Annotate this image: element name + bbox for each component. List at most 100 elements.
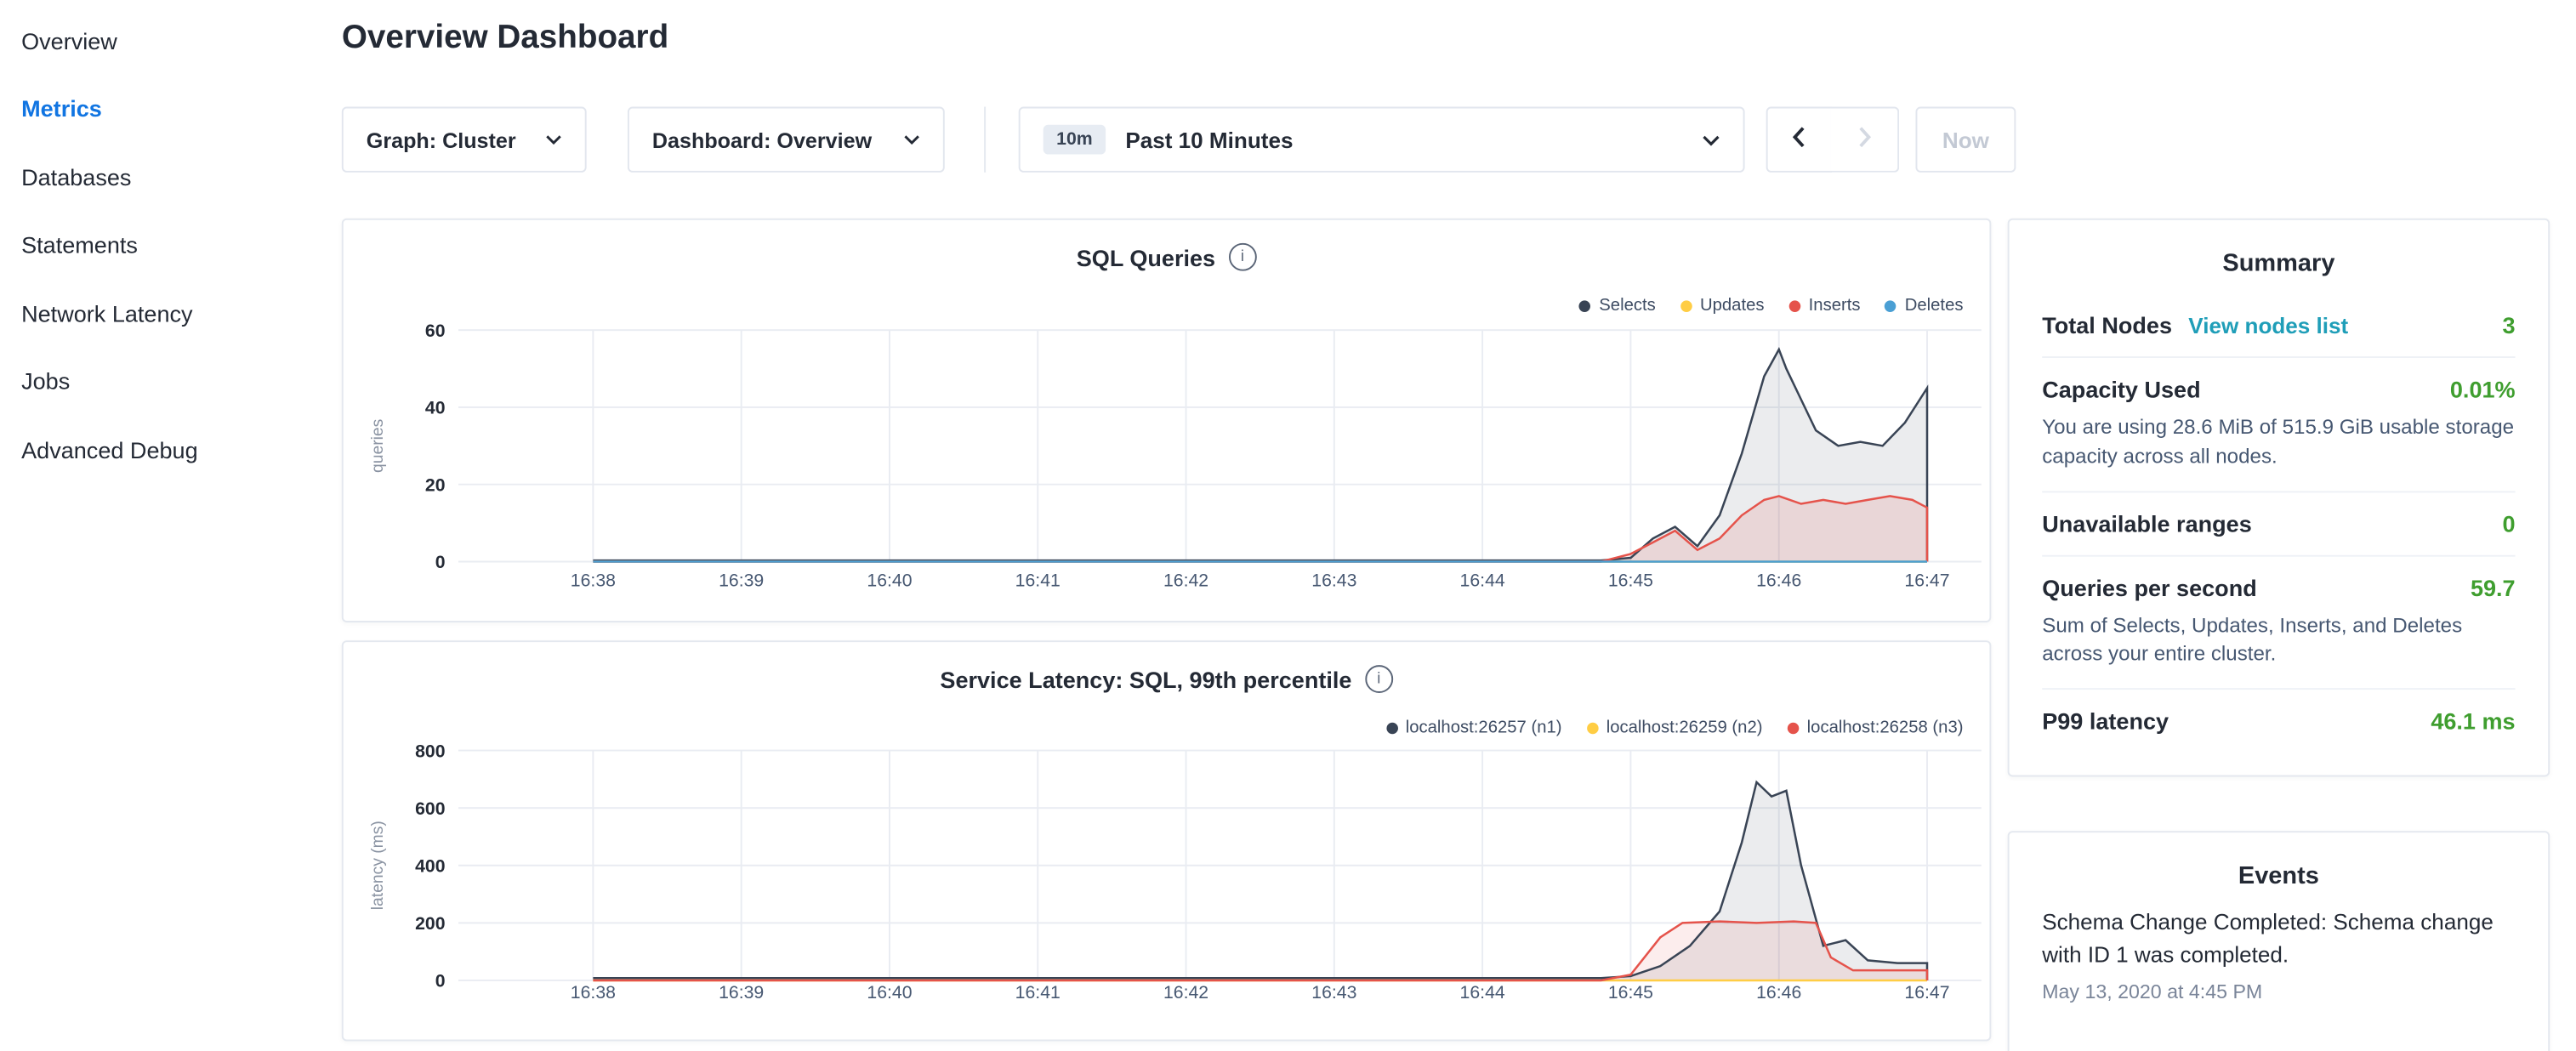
sidebar-item-statements[interactable]: Statements	[0, 211, 317, 279]
chevron-down-icon	[545, 134, 561, 145]
page-title: Overview Dashboard	[342, 20, 668, 57]
svg-text:200: 200	[415, 913, 445, 934]
summary-row-queries-per-second: Queries per second 59.7 Sum of Selects, …	[2042, 556, 2515, 690]
svg-text:queries: queries	[369, 419, 387, 473]
svg-text:16:40: 16:40	[867, 982, 912, 1003]
dashboard-dropdown-label: Dashboard: Overview	[652, 128, 872, 152]
svg-text:16:41: 16:41	[1015, 570, 1061, 590]
svg-text:16:43: 16:43	[1311, 570, 1356, 590]
sidebar-item-metrics[interactable]: Metrics	[0, 75, 317, 143]
summary-label: Total Nodes	[2042, 312, 2172, 338]
svg-text:16:47: 16:47	[1904, 570, 1949, 590]
svg-text:16:40: 16:40	[867, 570, 912, 590]
legend-item-localhost-26259-n2-[interactable]: localhost:26259 (n2)	[1587, 718, 1763, 737]
summary-row-p99-latency: P99 latency 46.1 ms	[2042, 690, 2515, 752]
chevron-right-icon	[1857, 127, 1870, 153]
sql-queries-chart-card: SQL Queries i Selects Updates Inserts Delet…	[342, 219, 1992, 622]
summary-value: 0.01%	[2450, 376, 2516, 402]
summary-panel: Summary Total Nodes View nodes list 3 Ca…	[2008, 219, 2550, 777]
info-icon[interactable]: i	[1365, 665, 1393, 693]
summary-value: 59.7	[2471, 574, 2516, 600]
svg-text:16:45: 16:45	[1608, 982, 1653, 1003]
svg-text:latency (ms): latency (ms)	[369, 821, 387, 910]
legend-item-inserts[interactable]: Inserts	[1788, 296, 1860, 315]
summary-label: P99 latency	[2042, 707, 2169, 734]
chart-legend: localhost:26257 (n1) localhost:26259 (n2)…	[1386, 718, 1964, 737]
time-forward-button[interactable]	[1830, 107, 1899, 173]
chart-title-row: SQL Queries i	[344, 243, 1990, 271]
summary-label: Queries per second	[2042, 574, 2257, 600]
sidebar-item-network-latency[interactable]: Network Latency	[0, 279, 317, 347]
svg-text:400: 400	[415, 855, 445, 876]
chevron-down-icon	[1702, 134, 1720, 145]
svg-text:800: 800	[415, 741, 445, 761]
svg-text:16:42: 16:42	[1163, 982, 1208, 1003]
svg-text:20: 20	[425, 474, 446, 495]
svg-text:16:44: 16:44	[1460, 982, 1505, 1003]
now-button[interactable]: Now	[1915, 107, 2016, 173]
graph-dropdown-label: Graph: Cluster	[367, 128, 516, 152]
sidebar: Overview Metrics Databases Statements Ne…	[0, 0, 317, 1051]
app-root: Overview Metrics Databases Statements Ne…	[0, 0, 2576, 1051]
service-latency-plot[interactable]: 0 200 400 600 800 16:38 16:39 16:40 16:41 16:42 16…	[344, 741, 1990, 1041]
dashboard-dropdown[interactable]: Dashboard: Overview	[628, 107, 945, 173]
svg-text:40: 40	[425, 398, 446, 418]
time-range-label: Past 10 Minutes	[1125, 128, 1293, 152]
svg-text:0: 0	[435, 971, 446, 991]
svg-text:16:47: 16:47	[1904, 982, 1949, 1003]
svg-text:16:43: 16:43	[1311, 982, 1356, 1003]
event-text: Schema Change Completed: Schema change w…	[2042, 906, 2515, 973]
view-nodes-list-link[interactable]: View nodes list	[2188, 314, 2348, 338]
chevron-down-icon	[903, 134, 919, 145]
svg-text:16:39: 16:39	[719, 982, 764, 1003]
event-timestamp: May 13, 2020 at 4:45 PM	[2042, 980, 2515, 1003]
summary-subtext: You are using 28.6 MiB of 515.9 GiB usab…	[2042, 414, 2515, 473]
svg-text:16:46: 16:46	[1756, 982, 1801, 1003]
legend-item-selects[interactable]: Selects	[1579, 296, 1656, 315]
legend-item-updates[interactable]: Updates	[1680, 296, 1765, 315]
svg-text:16:41: 16:41	[1015, 982, 1061, 1003]
events-panel: Events Schema Change Completed: Schema c…	[2008, 831, 2550, 1051]
time-range-badge: 10m	[1043, 125, 1106, 155]
summary-row-total-nodes: Total Nodes View nodes list 3	[2042, 294, 2515, 358]
svg-text:600: 600	[415, 798, 445, 819]
sidebar-item-overview[interactable]: Overview	[0, 7, 317, 75]
chart-title: Service Latency: SQL, 99th percentile	[940, 666, 1351, 692]
legend-item-deletes[interactable]: Deletes	[1885, 296, 1964, 315]
events-title: Events	[2042, 862, 2515, 890]
svg-text:16:38: 16:38	[571, 982, 616, 1003]
svg-text:16:45: 16:45	[1608, 570, 1653, 590]
summary-value: 0	[2503, 510, 2516, 537]
legend-item-localhost-26257-n1-[interactable]: localhost:26257 (n1)	[1386, 718, 1562, 737]
summary-row-unavailable-ranges: Unavailable ranges 0	[2042, 491, 2515, 555]
chart-legend: Selects Updates Inserts Deletes	[1579, 296, 1963, 315]
summary-value: 3	[2503, 312, 2516, 338]
sidebar-item-jobs[interactable]: Jobs	[0, 347, 317, 415]
summary-label: Capacity Used	[2042, 376, 2200, 402]
chevron-left-icon	[1793, 127, 1805, 153]
svg-text:16:38: 16:38	[571, 570, 616, 590]
summary-label: Unavailable ranges	[2042, 510, 2252, 537]
svg-text:16:44: 16:44	[1460, 570, 1505, 590]
sidebar-item-advanced-debug[interactable]: Advanced Debug	[0, 416, 317, 484]
time-range-dropdown[interactable]: 10m Past 10 Minutes	[1019, 107, 1745, 173]
summary-title: Summary	[2042, 250, 2515, 278]
event-item: Schema Change Completed: Schema change w…	[2042, 906, 2515, 1003]
summary-value: 46.1 ms	[2431, 707, 2515, 734]
sql-queries-plot[interactable]: 0 20 40 60 16:38 16:39 16:40 16:41 16:42 16:43 16:…	[344, 319, 1990, 622]
svg-text:16:39: 16:39	[719, 570, 764, 590]
legend-item-localhost-26258-n3-[interactable]: localhost:26258 (n3)	[1787, 718, 1963, 737]
graph-dropdown[interactable]: Graph: Cluster	[342, 107, 587, 173]
service-latency-chart-card: Service Latency: SQL, 99th percentile i …	[342, 640, 1992, 1041]
sidebar-item-databases[interactable]: Databases	[0, 143, 317, 211]
chart-title-row: Service Latency: SQL, 99th percentile i	[344, 665, 1990, 693]
controls-divider	[984, 107, 986, 173]
time-back-button[interactable]	[1766, 107, 1832, 173]
svg-text:0: 0	[435, 552, 446, 572]
svg-text:16:42: 16:42	[1163, 570, 1208, 590]
summary-row-capacity-used: Capacity Used 0.01% You are using 28.6 M…	[2042, 358, 2515, 491]
chart-title: SQL Queries	[1077, 244, 1215, 270]
info-icon[interactable]: i	[1229, 243, 1257, 271]
svg-text:16:46: 16:46	[1756, 570, 1801, 590]
svg-text:60: 60	[425, 321, 446, 341]
